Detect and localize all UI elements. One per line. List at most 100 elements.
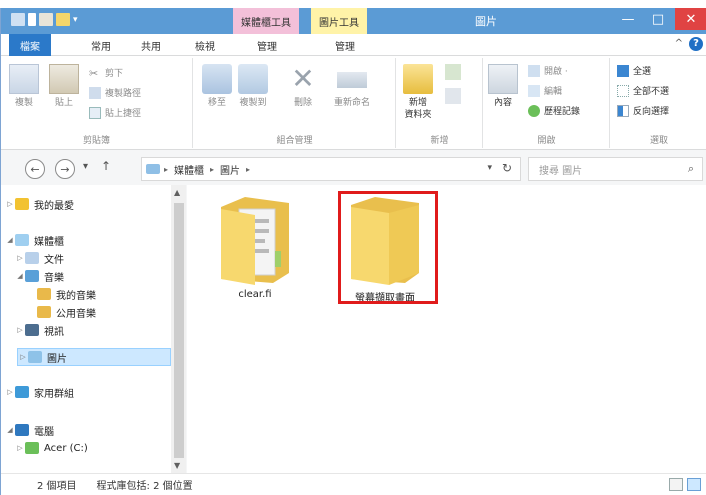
music-folder-icon (37, 288, 51, 300)
tab-view[interactable]: 檢視 (187, 36, 223, 54)
window-menu-icon[interactable] (11, 13, 25, 26)
homegroup-icon (15, 386, 29, 398)
tab-share[interactable]: 共用 (133, 36, 169, 54)
close-button[interactable]: ✕ (675, 8, 706, 30)
select-none-icon (617, 84, 629, 97)
invert-selection-button[interactable]: 反向選擇 (617, 104, 669, 117)
cut-button[interactable]: ✂ 剪下 (89, 66, 123, 80)
delete-button[interactable]: ✕ 刪除 (288, 64, 318, 109)
back-button[interactable]: ← (25, 159, 45, 179)
tab-home[interactable]: 常用 (83, 36, 119, 54)
collapse-arrow-icon[interactable]: ◢ (5, 236, 15, 244)
tab-manage-library[interactable]: 管理 (249, 36, 285, 54)
rename-button[interactable]: 重新命名 (334, 64, 370, 109)
paste-shortcut-button[interactable]: 貼上捷徑 (89, 106, 141, 119)
music-folder-icon (37, 306, 51, 318)
refresh-icon[interactable]: ↻ (502, 161, 512, 175)
easy-access-button[interactable] (445, 88, 465, 104)
breadcrumb-pictures[interactable]: 圖片 (220, 162, 240, 177)
expand-arrow-icon[interactable]: ▷ (18, 353, 28, 361)
computer-icon (15, 424, 29, 436)
minimize-button[interactable]: — (613, 8, 643, 30)
maximize-button[interactable]: □ (643, 8, 673, 30)
search-icon[interactable]: ⌕ (688, 162, 694, 176)
edit-button[interactable]: 編輯 (528, 84, 562, 97)
collapse-ribbon-icon[interactable]: ^ (675, 38, 683, 49)
large-icons-view-icon[interactable] (687, 478, 701, 491)
properties-qa-icon[interactable] (39, 13, 53, 26)
new-folder-icon (403, 64, 433, 94)
breadcrumb-separator: ▸ (246, 164, 251, 174)
divider (28, 13, 36, 26)
details-view-icon[interactable] (669, 478, 683, 491)
open-icon (528, 64, 540, 77)
select-none-button[interactable]: 全部不選 (617, 84, 669, 97)
collapse-arrow-icon[interactable]: ◢ (15, 272, 25, 280)
address-dropdown-icon[interactable]: ▾ (487, 163, 492, 173)
pictures-icon (28, 351, 42, 363)
history-button[interactable]: 歷程記錄 (528, 104, 580, 117)
copy-button[interactable]: 複製 (9, 64, 39, 109)
music-icon (25, 270, 39, 282)
group-label-organize: 組合管理 (276, 136, 313, 146)
drive-icon (25, 442, 39, 454)
nav-my-music[interactable]: 我的音樂 (37, 285, 96, 303)
tab-file[interactable]: 檔案 (9, 34, 51, 56)
scroll-down-icon[interactable]: ▼ (174, 461, 180, 470)
recent-locations-icon[interactable]: ▾ (83, 161, 88, 172)
select-all-icon (617, 64, 629, 77)
nav-favorites[interactable]: ▷ 我的最愛 (5, 195, 74, 213)
address-bar[interactable]: ▸ 媒體櫃 ▸ 圖片 ▸ ▾ ↻ (141, 157, 521, 181)
nav-public-music[interactable]: 公用音樂 (37, 303, 96, 321)
nav-acer-drive[interactable]: ▷ Acer (C:) (15, 439, 88, 457)
select-all-button[interactable]: 全選 (617, 64, 651, 77)
copy-to-button[interactable]: 複製到 (238, 64, 268, 109)
breadcrumb-libraries[interactable]: 媒體櫃 (174, 162, 204, 177)
qa-dropdown-icon[interactable]: ▾ (73, 15, 78, 25)
nav-pictures[interactable]: ▷ 圖片 (17, 348, 171, 366)
properties-button[interactable]: 內容 (488, 64, 518, 109)
scroll-up-icon[interactable]: ▲ (174, 188, 180, 197)
up-button[interactable]: ↑ (101, 159, 111, 173)
move-to-button[interactable]: 移至 (202, 64, 232, 109)
new-folder-qa-icon[interactable] (56, 13, 70, 26)
expand-arrow-icon[interactable]: ▷ (15, 254, 25, 262)
new-item-button[interactable] (445, 64, 465, 80)
expand-arrow-icon[interactable]: ▷ (15, 444, 25, 452)
nav-homegroup[interactable]: ▷ 家用群組 (5, 383, 74, 401)
expand-arrow-icon[interactable]: ▷ (5, 200, 15, 208)
ribbon: 複製 貼上 ✂ 剪下 複製路徑 貼上捷徑 剪貼簿 移至 複製到 ✕ 刪除 重新命… (1, 56, 706, 150)
nav-libraries[interactable]: ◢ 媒體櫃 (5, 231, 64, 249)
help-icon[interactable]: ? (689, 37, 703, 51)
expand-arrow-icon[interactable]: ▷ (5, 388, 15, 396)
folder-icon (221, 197, 289, 285)
forward-button[interactable]: → (55, 159, 75, 179)
nav-documents[interactable]: ▷ 文件 (15, 249, 64, 267)
expand-arrow-icon[interactable]: ▷ (15, 326, 25, 334)
scroll-thumb[interactable] (174, 203, 184, 458)
title-bar: ▾ 媒體櫃工具 圖片工具 圖片 — □ ✕ (1, 8, 706, 34)
nav-computer[interactable]: ◢ 電腦 (5, 421, 54, 439)
new-item-icon (445, 64, 461, 80)
search-input[interactable]: 搜尋 圖片 ⌕ (528, 157, 703, 181)
breadcrumb-separator: ▸ (164, 164, 169, 174)
explorer-window: ▾ 媒體櫃工具 圖片工具 圖片 — □ ✕ 檔案 常用 共用 檢視 管理 管理 … (0, 8, 706, 495)
paste-button[interactable]: 貼上 (49, 64, 79, 109)
collapse-arrow-icon[interactable]: ◢ (5, 426, 15, 434)
scissors-icon: ✂ (89, 66, 99, 80)
context-tab-picture: 圖片工具 (311, 8, 367, 34)
status-item-count: 2 個項目 (37, 481, 77, 492)
status-library-info: 程式庫包括: 2 個位置 (96, 481, 193, 492)
new-folder-button[interactable]: 新增 資料夾 (403, 64, 433, 121)
edit-icon (528, 84, 540, 97)
file-list: clear.fi 螢幕擷取畫面 (187, 185, 706, 473)
tab-manage-picture[interactable]: 管理 (327, 36, 363, 54)
group-clipboard: 複製 貼上 ✂ 剪下 複製路徑 貼上捷徑 剪貼簿 (1, 58, 193, 148)
status-bar: 2 個項目 程式庫包括: 2 個位置 (1, 473, 706, 495)
nav-videos[interactable]: ▷ 視訊 (15, 321, 64, 339)
open-button[interactable]: 開啟 · (528, 64, 568, 77)
copy-path-button[interactable]: 複製路徑 (89, 86, 141, 99)
folder-item[interactable]: clear.fi (215, 195, 295, 300)
nav-music[interactable]: ◢ 音樂 (15, 267, 64, 285)
nav-scrollbar[interactable]: ▲ ▼ (171, 185, 186, 473)
